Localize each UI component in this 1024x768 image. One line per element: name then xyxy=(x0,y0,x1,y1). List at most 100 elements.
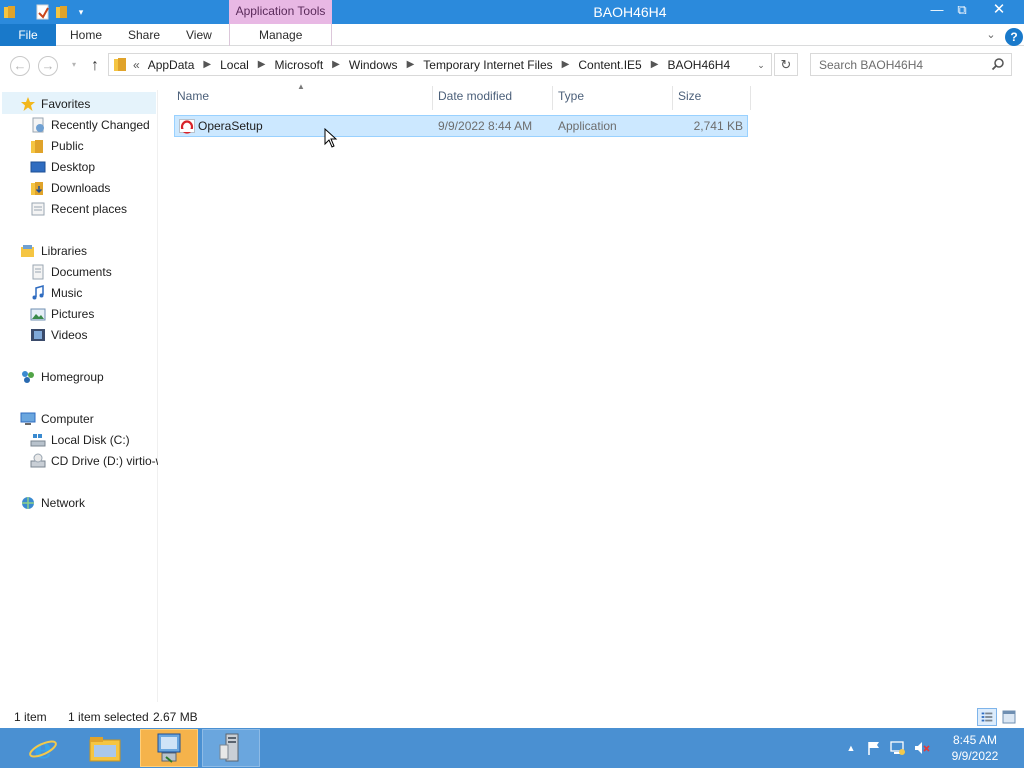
nav-cd-drive[interactable]: CD Drive (D:) virtio-win xyxy=(30,450,158,471)
explorer-folder-icon[interactable] xyxy=(3,4,19,20)
recently-changed-icon xyxy=(32,117,44,132)
chevron-right-icon[interactable]: ▶ xyxy=(651,59,659,70)
taskbar-installer[interactable] xyxy=(140,729,198,767)
nav-documents[interactable]: Documents xyxy=(30,261,112,282)
customize-qat-icon[interactable]: ▾ xyxy=(73,4,89,20)
file-row-opera-setup[interactable]: OperaSetup 9/9/2022 8:44 AM Application … xyxy=(174,115,748,137)
nav-local-disk[interactable]: Local Disk (C:) xyxy=(30,429,130,450)
chevron-right-icon[interactable]: ▶ xyxy=(562,59,570,70)
homegroup-icon xyxy=(22,370,34,383)
recent-locations-chevron-icon[interactable]: ▾ xyxy=(64,56,84,76)
chevron-right-icon[interactable]: ▶ xyxy=(203,59,211,70)
expand-ribbon-icon[interactable]: ⌄ xyxy=(982,26,1000,44)
tab-view[interactable]: View xyxy=(186,24,212,46)
action-center-flag-icon[interactable] xyxy=(866,740,882,756)
breadcrumb-item[interactable]: AppData xyxy=(148,58,195,72)
column-divider[interactable] xyxy=(672,86,673,110)
breadcrumb-item[interactable]: Temporary Internet Files xyxy=(423,58,552,72)
application-tools-context-label: Application Tools xyxy=(229,0,332,24)
breadcrumb-item[interactable]: Content.IE5 xyxy=(578,58,641,72)
nav-item-label: Recent places xyxy=(51,201,128,216)
show-hidden-icons-icon[interactable]: ▲ xyxy=(844,743,858,753)
address-bar[interactable]: « AppData ▶ Local ▶ Microsoft ▶ Windows ▶ Te… xyxy=(108,53,772,76)
properties-icon[interactable] xyxy=(35,4,51,20)
forward-button[interactable]: → xyxy=(38,56,58,76)
chevron-right-icon[interactable]: ▶ xyxy=(332,59,340,70)
search-icon[interactable] xyxy=(991,57,1005,71)
back-button[interactable]: ← xyxy=(10,56,30,76)
details-view-icon[interactable] xyxy=(977,708,997,726)
close-button[interactable]: ✕ xyxy=(976,0,1022,22)
help-icon[interactable]: ? xyxy=(1005,28,1023,46)
search-box[interactable] xyxy=(810,53,1012,76)
nav-item-label: Public xyxy=(51,138,84,153)
svg-text:e: e xyxy=(34,732,52,764)
nav-videos[interactable]: Videos xyxy=(30,324,87,345)
chevron-right-icon[interactable]: ▶ xyxy=(407,59,415,70)
music-icon xyxy=(32,284,44,299)
up-button[interactable]: ↑ xyxy=(86,56,104,76)
nav-pictures[interactable]: Pictures xyxy=(30,303,94,324)
clock[interactable]: 8:45 AM 9/9/2022 xyxy=(940,732,1010,764)
system-tray: ▲ xyxy=(844,728,930,768)
nav-computer[interactable]: Computer xyxy=(20,408,94,429)
column-header-type[interactable]: Type xyxy=(558,82,584,110)
restore-button[interactable]: ⧉ xyxy=(947,0,977,22)
refresh-button[interactable]: ↻ xyxy=(774,53,798,76)
nav-downloads[interactable]: Downloads xyxy=(30,177,110,198)
tab-share[interactable]: Share xyxy=(128,24,160,46)
breadcrumb-item[interactable]: Microsoft xyxy=(274,58,323,72)
local-disk-icon xyxy=(30,433,46,446)
title-bar: ▾ Application Tools BAOH46H4 — ⧉ ✕ xyxy=(0,0,1024,24)
clock-date: 9/9/2022 xyxy=(951,749,999,763)
videos-icon xyxy=(31,328,45,341)
column-header-name[interactable]: Name xyxy=(177,82,209,110)
nav-item-label: Videos xyxy=(51,327,88,342)
breadcrumb-item[interactable]: Local xyxy=(220,58,249,72)
nav-item-label: Downloads xyxy=(51,180,111,195)
nav-item-label: Recently Changed xyxy=(51,117,150,132)
file-date: 9/9/2022 8:44 AM xyxy=(438,119,533,133)
nav-libraries[interactable]: Libraries xyxy=(20,240,87,261)
taskbar-internet-explorer[interactable]: e xyxy=(14,729,72,767)
nav-recently-changed[interactable]: Recently Changed xyxy=(30,114,150,135)
network-icon xyxy=(22,496,34,509)
nav-desktop[interactable]: Desktop xyxy=(30,156,95,177)
nav-recent-places[interactable]: Recent places xyxy=(30,198,127,219)
nav-music[interactable]: Music xyxy=(30,282,82,303)
navigation-pane: Favorites Recently Changed Public Deskto… xyxy=(0,90,158,702)
taskbar-file-explorer[interactable] xyxy=(76,729,134,767)
folder-icon xyxy=(114,58,126,71)
tab-file[interactable]: File xyxy=(0,24,56,46)
large-icons-view-icon[interactable] xyxy=(999,708,1019,726)
address-dropdown-icon[interactable]: ⌄ xyxy=(755,57,767,73)
file-type: Application xyxy=(558,119,617,133)
column-divider[interactable] xyxy=(432,86,433,110)
column-header-date[interactable]: Date modified xyxy=(438,82,512,110)
breadcrumb-overflow[interactable]: « xyxy=(133,58,140,72)
new-folder-icon[interactable] xyxy=(54,4,70,20)
nav-favorites[interactable]: Favorites xyxy=(20,93,90,114)
breadcrumb-item[interactable]: BAOH46H4 xyxy=(667,58,730,72)
chevron-right-icon[interactable]: ▶ xyxy=(258,59,266,70)
nav-network[interactable]: Network xyxy=(20,492,85,513)
column-divider[interactable] xyxy=(750,86,751,110)
network-status-icon[interactable] xyxy=(890,740,906,756)
breadcrumb-item[interactable]: Windows xyxy=(349,58,398,72)
tab-home[interactable]: Home xyxy=(70,24,102,46)
mouse-cursor-icon xyxy=(324,128,338,148)
column-divider[interactable] xyxy=(552,86,553,110)
selection-count: 1 item selected xyxy=(68,710,149,724)
nav-public[interactable]: Public xyxy=(30,135,84,156)
volume-muted-icon[interactable] xyxy=(914,740,930,756)
server-manager-icon xyxy=(219,733,239,762)
file-size: 2,741 KB xyxy=(693,119,743,133)
column-header-size[interactable]: Size xyxy=(678,82,701,110)
taskbar-server-manager[interactable] xyxy=(202,729,260,767)
explorer-window: ▾ Application Tools BAOH46H4 — ⧉ ✕ File … xyxy=(0,0,1024,728)
search-input[interactable] xyxy=(811,54,981,75)
ribbon-tabs: File Home Share View Manage ⌄ ? xyxy=(0,24,1024,46)
tab-manage[interactable]: Manage xyxy=(259,24,302,46)
documents-icon xyxy=(32,264,44,279)
nav-homegroup[interactable]: Homegroup xyxy=(20,366,104,387)
